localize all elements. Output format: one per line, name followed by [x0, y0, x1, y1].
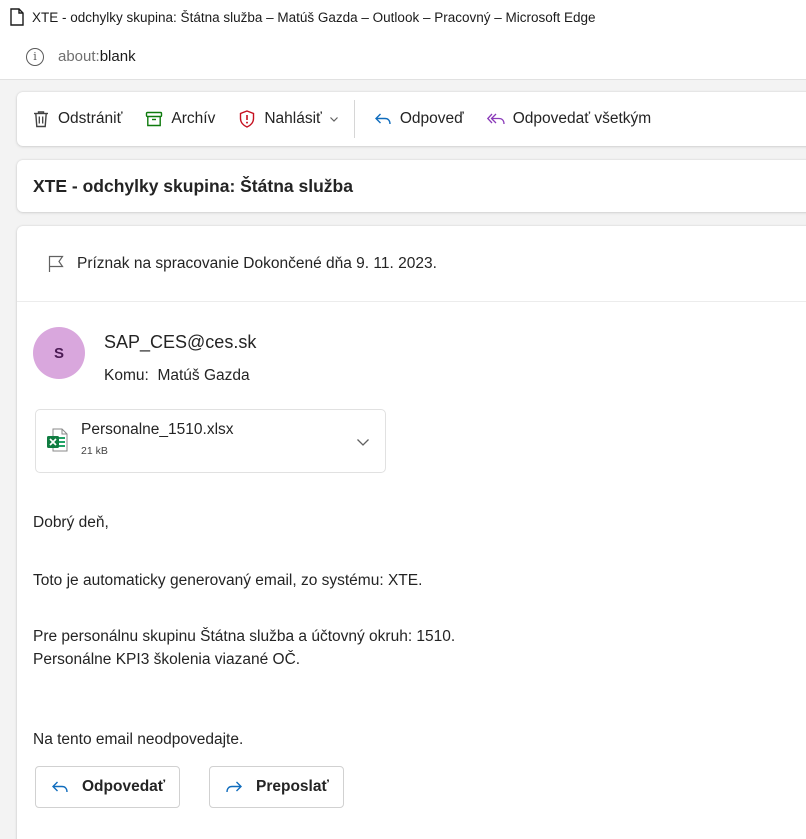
excel-file-icon — [47, 428, 68, 452]
recipient-name[interactable]: Matúš Gazda — [157, 367, 249, 384]
body-line: Toto je automaticky generovaný email, zo… — [33, 572, 423, 589]
body-line: Na tento email neodpovedajte. — [33, 731, 244, 748]
attachment-size: 21 kB — [81, 445, 108, 457]
url-host: blank — [99, 48, 136, 65]
reply-icon — [52, 781, 68, 793]
window-title: XTE - odchylky skupina: Štátna služba – … — [32, 9, 596, 25]
reply-label: Odpoveď — [399, 110, 464, 127]
delete-button[interactable]: Odstrániť — [31, 109, 122, 129]
sender-address[interactable]: SAP_CES@ces.sk — [104, 332, 256, 353]
reply-all-icon — [486, 113, 505, 125]
archive-icon — [146, 111, 163, 127]
flag-status-text: Príznak na spracovanie Dokončené dňa 9. … — [77, 254, 437, 272]
reply-all-label: Odpovedať všetkým — [512, 110, 652, 127]
info-icon[interactable]: i — [26, 47, 44, 66]
trash-icon — [34, 111, 48, 128]
sender-avatar[interactable]: S — [33, 327, 85, 379]
body-line: Pre personálnu skupinu Štátna služba a ú… — [33, 628, 456, 645]
archive-label: Archív — [171, 110, 216, 127]
forward-message-label: Preposlať — [256, 778, 329, 795]
reply-icon — [374, 113, 391, 125]
chevron-down-icon[interactable] — [355, 434, 371, 450]
page-icon — [10, 8, 24, 26]
reply-all-button[interactable]: Odpovedať všetkým — [486, 109, 652, 129]
body-line: Personálne KPI3 školenia viazané OČ. — [33, 651, 301, 668]
archive-button[interactable]: Archív — [144, 109, 215, 129]
attachment-name: Personalne_1510.xlsx — [81, 421, 234, 438]
message-subject: XTE - odchylky skupina: Štátna služba — [17, 160, 806, 212]
report-button[interactable]: Nahlásiť — [237, 109, 340, 129]
toolbar-divider — [353, 100, 355, 138]
recipient-label: Komu: — [104, 367, 149, 384]
forward-icon — [226, 781, 242, 793]
window-title-bar: XTE - odchylky skupina: Štátna služba – … — [0, 0, 806, 34]
body-greeting: Dobrý deň, — [33, 514, 109, 531]
attachment-card[interactable]: Personalne_1510.xlsx 21 kB — [35, 409, 386, 473]
address-bar[interactable]: i about: blank — [0, 34, 806, 80]
flag-icon[interactable] — [47, 255, 65, 273]
reply-message-button[interactable]: Odpovedať — [35, 766, 181, 808]
message-toolbar: Odstrániť Archív Nahlásiť Odpoveď Odpove… — [17, 92, 806, 146]
url-scheme: about: — [58, 48, 100, 65]
recipient-line: Komu: Matúš Gazda — [104, 367, 250, 385]
forward-message-button[interactable]: Preposlať — [209, 766, 344, 808]
reply-message-label: Odpovedať — [82, 778, 166, 795]
delete-label: Odstrániť — [58, 110, 123, 127]
chevron-down-icon[interactable] — [328, 113, 340, 125]
reply-button[interactable]: Odpoveď — [373, 109, 464, 129]
shield-alert-icon — [240, 110, 255, 128]
report-label: Nahlásiť — [264, 110, 322, 127]
message-card: Príznak na spracovanie Dokončené dňa 9. … — [17, 226, 806, 839]
flag-status-row: Príznak na spracovanie Dokončené dňa 9. … — [17, 226, 806, 302]
